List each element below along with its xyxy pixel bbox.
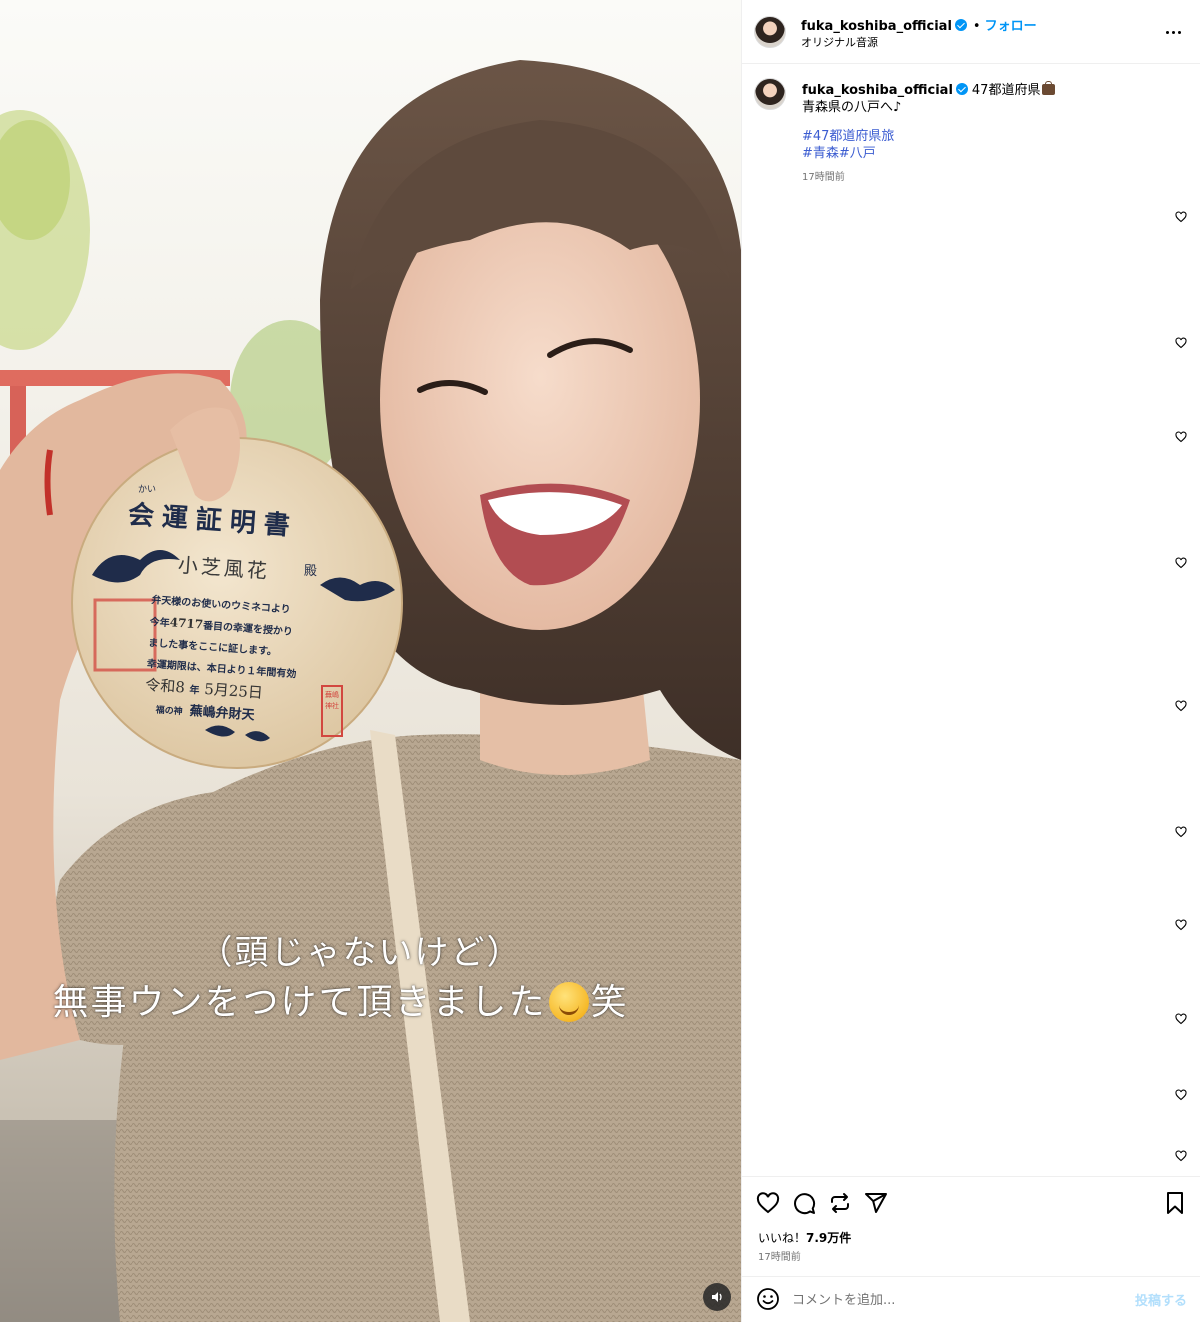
post-comment-button[interactable]: 投稿する — [1135, 1290, 1187, 1309]
verified-badge-icon — [955, 83, 968, 95]
bookmark-icon[interactable] — [1163, 1191, 1187, 1215]
comment-bubble-icon[interactable] — [792, 1191, 816, 1215]
post-header: fuka_koshiba_official • フォロー オリジナル音源 — [742, 0, 1200, 64]
overlay-caption-line1: （頭じゃないけど） — [198, 933, 523, 973]
comment-like-heart-icon[interactable] — [1175, 557, 1187, 569]
like-heart-icon[interactable] — [756, 1191, 780, 1215]
mute-toggle-button[interactable] — [703, 1283, 731, 1311]
comment-like-heart-icon[interactable] — [1175, 431, 1187, 443]
comment-like-heart-icon[interactable] — [1175, 337, 1187, 349]
more-options-icon[interactable] — [1163, 24, 1183, 40]
share-send-icon[interactable] — [864, 1191, 888, 1215]
header-user-row: fuka_koshiba_official • フォロー — [801, 15, 1037, 34]
hashtag-link[interactable]: #青森#八戸 — [802, 145, 894, 162]
caption-avatar[interactable] — [754, 78, 786, 110]
photo-scene — [0, 60, 741, 1322]
comment-like-heart-icon[interactable] — [1175, 919, 1187, 931]
comment-like-heart-icon[interactable] — [1175, 1013, 1187, 1025]
caption-hashtags: #47都道府県旅 #青森#八戸 — [802, 128, 894, 162]
overlay-caption-laugh: 笑 — [590, 982, 629, 1023]
overlay-caption-line2: 無事ウンをつけて頂きました 笑 — [0, 973, 711, 1025]
emoji-picker-icon[interactable] — [756, 1287, 780, 1311]
comment-composer: 投稿する — [742, 1276, 1200, 1322]
hashtag-link[interactable]: #47都道府県旅 — [802, 128, 894, 145]
comment-like-heart-icon[interactable] — [1175, 826, 1187, 838]
separator-dot: • — [972, 19, 981, 34]
avatar[interactable] — [754, 16, 786, 48]
comment-like-heart-icon[interactable] — [1175, 211, 1187, 223]
caption-timestamp: 17時間前 — [802, 172, 845, 183]
plaque-seal: 蕪嶋神社 — [325, 691, 339, 710]
plaque-text-block: 弁天様のお使いのウミネコより 今年4717番目の幸運を授かり ました事をここに証… — [143, 590, 302, 731]
caption-tagline: 47都道府県 — [971, 83, 1041, 98]
comment-like-heart-icon[interactable] — [1175, 1150, 1187, 1162]
post-sidebar: fuka_koshiba_official • フォロー オリジナル音源 fuka_… — [741, 0, 1200, 1322]
overlay-caption-text: 無事ウンをつけて頂きました — [52, 982, 547, 1023]
comment-like-heart-icon[interactable] — [1175, 700, 1187, 712]
follow-button[interactable]: フォロー — [985, 19, 1037, 34]
speaker-icon — [712, 1292, 722, 1302]
plaque-honorific: 殿 — [304, 564, 318, 579]
caption-text: 青森県の八戸へ♪ — [802, 100, 902, 115]
header-username[interactable]: fuka_koshiba_official — [801, 19, 952, 34]
comments-area: fuka_koshiba_official 47都道府県 青森県の八戸へ♪ #47… — [742, 64, 1200, 1176]
likes-count[interactable]: いいね！7.9万件 — [758, 1229, 851, 1246]
repost-icon[interactable] — [828, 1191, 852, 1215]
comment-input[interactable] — [792, 1289, 1112, 1311]
smiling-face-icon — [548, 982, 589, 1022]
action-bar: いいね！7.9万件 17時間前 — [742, 1176, 1200, 1276]
post-timestamp[interactable]: 17時間前 — [758, 1248, 801, 1263]
verified-badge-icon — [954, 19, 967, 31]
audio-link[interactable]: オリジナル音源 — [801, 34, 878, 50]
plaque-ruby: かい — [138, 485, 157, 495]
post-media[interactable]: 会運証明書 かい 小芝風花 殿 弁天様のお使いのウミネコより 今年4717番目の… — [0, 0, 741, 1322]
bag-icon — [1042, 81, 1056, 95]
comment-like-heart-icon[interactable] — [1175, 1089, 1187, 1101]
